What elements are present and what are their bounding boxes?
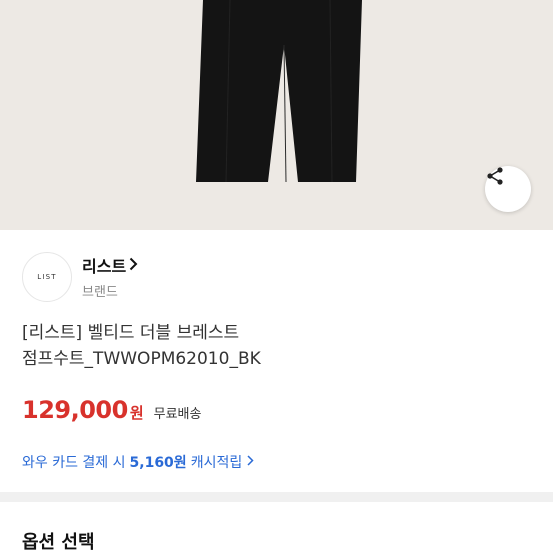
options-title: 옵션 선택 <box>22 532 95 553</box>
brand-row[interactable]: LIST 리스트 브랜드 <box>22 252 422 302</box>
price-unit: 원 <box>129 404 144 422</box>
brand-logo-text: LIST <box>37 273 57 281</box>
cashback-link[interactable]: 와우 카드 결제 시 5,160원 캐시적립 <box>22 452 254 472</box>
share-button[interactable] <box>485 166 531 212</box>
price-amount: 129,000 <box>22 396 128 424</box>
cashback-prefix: 와우 카드 결제 시 <box>22 455 126 471</box>
brand-label: 브랜드 <box>82 285 118 300</box>
pants-illustration <box>196 0 362 183</box>
section-divider <box>0 492 553 502</box>
product-title: [리스트] 벨티드 더블 브레스트 점프수트_TWWOPM62010_BK <box>22 320 522 372</box>
product-title-line1: [리스트] 벨티드 더블 브레스트 <box>22 323 240 343</box>
shipping-label: 무료배송 <box>153 407 202 422</box>
brand-name-link[interactable]: 리스트 <box>82 253 138 277</box>
brand-name: 리스트 <box>82 257 127 276</box>
chevron-right-icon <box>247 454 254 470</box>
cashback-suffix: 캐시적립 <box>190 455 243 471</box>
share-icon <box>487 167 503 185</box>
chevron-right-icon <box>129 256 138 275</box>
product-title-line2: 점프수트_TWWOPM62010_BK <box>22 349 261 369</box>
cashback-amount: 5,160원 <box>129 455 187 471</box>
price-row: 129,000 원 무료배송 <box>22 396 201 424</box>
product-image[interactable] <box>0 0 553 230</box>
brand-logo[interactable]: LIST <box>22 252 72 302</box>
